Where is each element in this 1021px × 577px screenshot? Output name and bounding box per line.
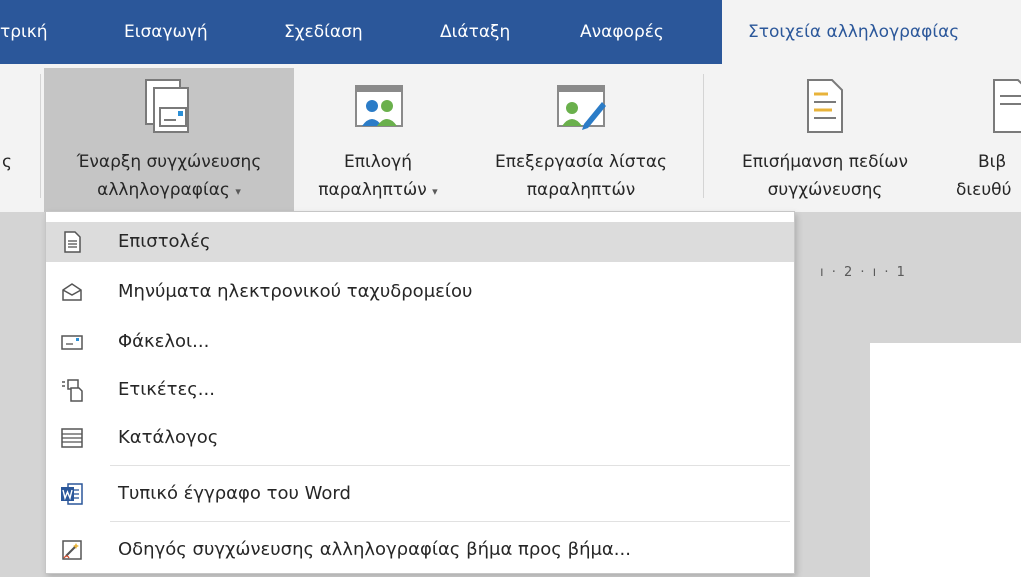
select-recipients-button[interactable]: Επιλογή παραληπτών ▾ [296, 68, 460, 212]
ribbon-separator [40, 74, 41, 198]
menu-item-label: Οδηγός συγχώνευσης αλληλογραφίας βήμα πρ… [118, 539, 631, 560]
address-block-label-2: διευθύ [956, 180, 1012, 200]
chevron-down-icon: ▾ [235, 185, 241, 198]
document-page[interactable] [870, 343, 1021, 577]
ribbon-partial-left: ς [2, 152, 12, 172]
ruler: ı · 2 · ı · 1 [820, 265, 907, 280]
menu-item-directory[interactable]: Κατάλογος [46, 418, 794, 458]
select-recipients-label-2: παραληπτών [318, 180, 427, 200]
highlight-fields-icon [807, 79, 843, 133]
edit-list-label-2: παραληπτών [526, 180, 636, 200]
word-icon [61, 483, 83, 505]
menu-item-label: Τυπικό έγγραφο του Word [118, 483, 351, 504]
menu-item-email-messages[interactable]: Μηνύματα ηλεκτρονικού ταχυδρομείου [46, 272, 794, 312]
menu-item-label: Μηνύματα ηλεκτρονικού ταχυδρομείου [118, 281, 473, 302]
menu-separator [110, 521, 790, 522]
letter-icon [64, 231, 81, 253]
tab-references[interactable]: Αναφορές [580, 0, 664, 64]
tab-layout[interactable]: Διάταξη [440, 0, 510, 64]
envelope-icon [61, 335, 83, 350]
menu-item-label: Επιστολές [118, 231, 211, 252]
tab-design[interactable]: Σχεδίαση [284, 0, 363, 64]
select-recipients-icon [355, 85, 403, 127]
email-envelope-icon [62, 283, 82, 301]
directory-icon [61, 428, 83, 448]
ribbon-separator [703, 74, 704, 198]
start-mail-merge-button[interactable]: Έναρξη συγχώνευσης αλληλογραφίας ▾ [44, 68, 294, 212]
menu-separator [110, 465, 790, 466]
menu-item-step-by-step-wizard[interactable]: Οδηγός συγχώνευσης αλληλογραφίας βήμα πρ… [46, 530, 794, 570]
highlight-fields-label-1: Επισήμανση πεδίων [741, 152, 909, 172]
select-recipients-label-1: Επιλογή [343, 152, 413, 172]
menu-item-normal-word-document[interactable]: Τυπικό έγγραφο του Word [46, 474, 794, 514]
mail-merge-document-icon [145, 79, 189, 133]
start-merge-label-1: Έναρξη συγχώνευσης [76, 152, 262, 172]
highlight-fields-label-2: συγχώνευσης [767, 180, 883, 200]
menu-item-label: Φάκελοι... [118, 331, 210, 352]
tab-mailings[interactable]: Στοιχεία αλληλογραφίας [722, 0, 1021, 64]
menu-item-label: Κατάλογος [118, 427, 219, 448]
edit-recipient-list-button[interactable]: Επεξεργασία λίστας παραληπτών [462, 68, 700, 212]
address-block-label-1: Βιβ [978, 152, 1007, 172]
labels-icon [62, 379, 83, 402]
highlight-merge-fields-button[interactable]: Επισήμανση πεδίων συγχώνευσης [708, 68, 942, 212]
address-block-icon [993, 79, 1021, 133]
tab-insert[interactable]: Εισαγωγή [124, 0, 208, 64]
chevron-down-icon: ▾ [432, 185, 438, 198]
menu-item-letters[interactable]: Επιστολές [46, 222, 794, 262]
ribbon-tab-bar: τρική Εισαγωγή Σχεδίαση Διάταξη Αναφορές… [0, 0, 1021, 64]
menu-item-labels[interactable]: Ετικέτες... [46, 370, 794, 410]
address-block-button[interactable]: Βιβ διευθύ [948, 68, 1021, 212]
tab-partial[interactable]: τρική [0, 0, 48, 64]
menu-item-label: Ετικέτες... [118, 379, 215, 400]
edit-list-label-1: Επεξεργασία λίστας [494, 152, 668, 172]
start-mail-merge-menu: Επιστολές Μηνύματα ηλεκτρονικού ταχυδρομ… [45, 211, 795, 574]
menu-item-envelopes[interactable]: Φάκελοι... [46, 322, 794, 362]
wizard-icon [62, 540, 82, 560]
edit-recipients-icon [557, 85, 606, 130]
ribbon: ς Έναρξη συγχώνευσης αλληλογραφίας ▾ Επι… [0, 64, 1021, 213]
start-merge-label-2: αλληλογραφίας [97, 180, 230, 200]
